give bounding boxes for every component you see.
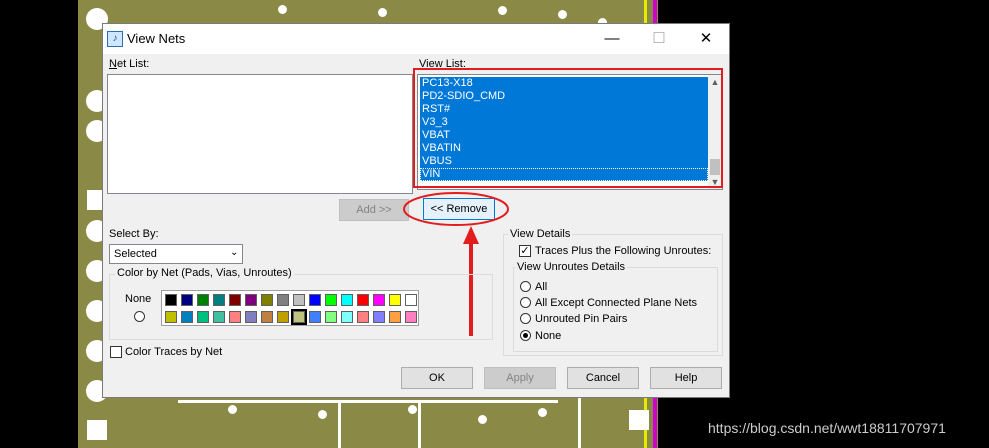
- apply-button[interactable]: Apply: [484, 367, 556, 389]
- select-by-value: Selected: [114, 248, 157, 260]
- color-swatch[interactable]: [357, 294, 369, 306]
- title-bar[interactable]: ♪ View Nets — ☐ ✕: [103, 24, 729, 54]
- color-swatch[interactable]: [181, 311, 193, 323]
- cancel-button[interactable]: Cancel: [567, 367, 639, 389]
- app-icon: ♪: [107, 31, 123, 47]
- radio-all[interactable]: [520, 281, 531, 292]
- unroutes-title: View Unroutes Details: [515, 261, 628, 273]
- none-color-radio[interactable]: [134, 311, 145, 322]
- color-swatch[interactable]: [277, 294, 289, 306]
- color-swatch[interactable]: [165, 294, 177, 306]
- color-traces-checkbox[interactable]: [110, 346, 122, 358]
- watermark: https://blog.csdn.net/wwt18811707971: [708, 420, 946, 436]
- radio-none[interactable]: [520, 330, 531, 341]
- select-by-dropdown[interactable]: Selected ⌄: [109, 244, 243, 264]
- traces-checkbox[interactable]: ✓: [519, 245, 531, 257]
- traces-label: Traces Plus the Following Unroutes:: [535, 245, 712, 257]
- color-by-net-title: Color by Net (Pads, Vias, Unroutes): [115, 267, 294, 279]
- net-list-box[interactable]: [107, 74, 413, 194]
- radio-unrouted-pin-pairs[interactable]: [520, 313, 531, 324]
- color-swatch[interactable]: [389, 294, 401, 306]
- color-swatch[interactable]: [181, 294, 193, 306]
- add-button[interactable]: Add >>: [339, 199, 409, 221]
- color-swatch[interactable]: [197, 311, 209, 323]
- color-swatch[interactable]: [293, 294, 305, 306]
- color-swatch[interactable]: [213, 311, 225, 323]
- color-swatch[interactable]: [245, 294, 257, 306]
- color-swatch[interactable]: [277, 311, 289, 323]
- color-swatch[interactable]: [357, 311, 369, 323]
- window-title: View Nets: [127, 31, 186, 46]
- color-swatch[interactable]: [245, 311, 257, 323]
- color-swatch[interactable]: [389, 311, 401, 323]
- color-swatch[interactable]: [261, 294, 273, 306]
- radio-unrouted-pin-pairs-label: Unrouted Pin Pairs: [535, 313, 628, 325]
- chevron-down-icon: ⌄: [230, 247, 239, 258]
- color-swatch[interactable]: [165, 311, 177, 323]
- color-swatch[interactable]: [229, 311, 241, 323]
- color-swatch[interactable]: [197, 294, 209, 306]
- color-swatch[interactable]: [405, 311, 417, 323]
- ok-button[interactable]: OK: [401, 367, 473, 389]
- select-by-label: Select By:: [109, 228, 159, 240]
- color-swatch[interactable]: [405, 294, 417, 306]
- color-swatch[interactable]: [291, 309, 307, 325]
- annotation-highlight-box: [413, 68, 723, 188]
- maximize-button[interactable]: ☐: [644, 28, 674, 50]
- color-traces-label: Color Traces by Net: [125, 346, 223, 358]
- color-swatch[interactable]: [229, 294, 241, 306]
- radio-all-label: All: [535, 281, 548, 293]
- color-swatch[interactable]: [325, 311, 337, 323]
- minimize-button[interactable]: —: [597, 28, 627, 50]
- color-swatch[interactable]: [325, 294, 337, 306]
- view-nets-dialog: ♪ View Nets — ☐ ✕ Net List: View List: P…: [102, 23, 730, 398]
- color-swatch[interactable]: [309, 311, 321, 323]
- color-swatch[interactable]: [341, 294, 353, 306]
- help-button[interactable]: Help: [650, 367, 722, 389]
- color-swatch[interactable]: [213, 294, 225, 306]
- view-details-title: View Details: [508, 228, 573, 240]
- annotation-ellipse: [403, 192, 509, 226]
- net-list-label: Net List:: [109, 58, 150, 70]
- color-swatch[interactable]: [373, 294, 385, 306]
- color-swatch[interactable]: [341, 311, 353, 323]
- radio-all-except[interactable]: [520, 297, 531, 308]
- color-palette: [161, 290, 419, 326]
- color-swatch[interactable]: [373, 311, 385, 323]
- color-swatch[interactable]: [309, 294, 321, 306]
- close-button[interactable]: ✕: [691, 28, 721, 50]
- color-swatch[interactable]: [261, 311, 273, 323]
- none-color-label: None: [125, 293, 152, 305]
- radio-none-label: None: [535, 330, 562, 342]
- radio-all-except-label: All Except Connected Plane Nets: [535, 297, 698, 309]
